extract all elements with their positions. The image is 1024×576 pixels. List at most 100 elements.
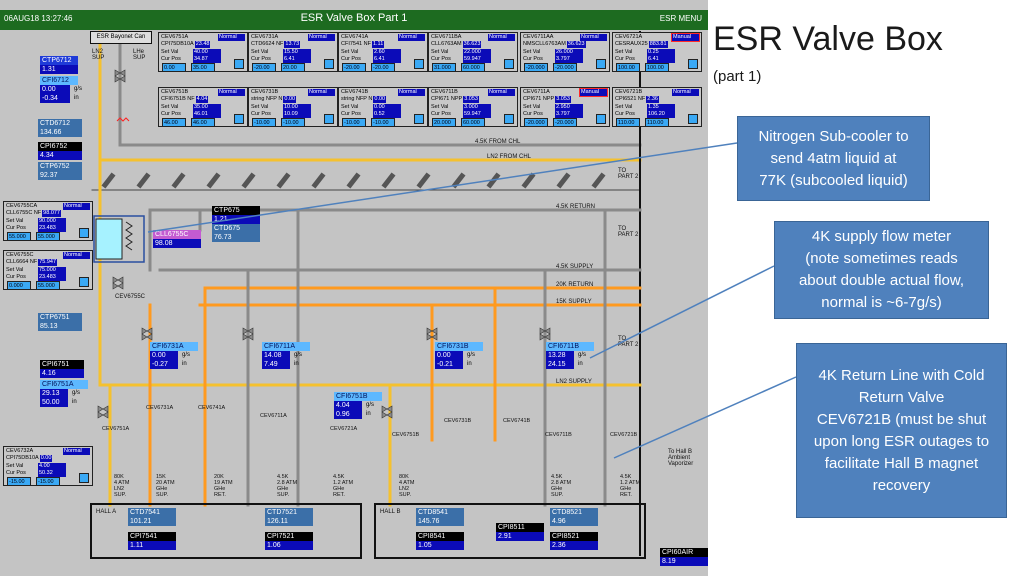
ctd8521-readout: CTD8521 4.96 <box>550 508 598 526</box>
cur-pos-value: 6.41 <box>373 56 401 63</box>
set-val-value: 10.00 <box>283 104 311 111</box>
high-limit-input[interactable]: 60.000 <box>461 63 485 72</box>
valve-sub-row: CFI7541 NF 1.11 <box>341 41 385 48</box>
valve-mode-badge[interactable]: Normal <box>63 203 90 210</box>
low-limit-input[interactable]: -20.000 <box>524 118 548 127</box>
cur-pos-value: 3.797 <box>555 56 583 63</box>
valve-mode-badge[interactable]: Manual <box>579 88 608 97</box>
ctp6712-readout: CTP6712 1.31 <box>40 56 78 74</box>
pipe-service-label: 80K 4 ATM LN2 SUP. <box>399 474 415 498</box>
valve-name: CEV6711AA <box>523 34 554 40</box>
faceplate-button[interactable] <box>688 114 698 124</box>
faceplate-button[interactable] <box>324 59 334 69</box>
cur-pos-value: 34.87 <box>193 56 221 63</box>
low-limit-input[interactable]: 46.00 <box>162 118 186 127</box>
ctp6752-readout: CTP6752 92.37 <box>38 162 82 180</box>
high-limit-input[interactable]: 110.00 <box>645 118 669 127</box>
valve-name: CEV6711BA <box>431 34 462 40</box>
high-limit-input[interactable]: -20.00 <box>371 63 395 72</box>
low-limit-input[interactable]: 55.000 <box>7 232 31 241</box>
low-limit-input[interactable]: 0.000 <box>7 281 31 290</box>
high-limit-input[interactable]: 55.000 <box>36 232 60 241</box>
high-limit-input[interactable]: -20.000 <box>553 118 577 127</box>
faceplate-button[interactable] <box>79 228 89 238</box>
callout-text: 4K Return Line with Cold Return Valve CEV6… <box>814 365 989 497</box>
valve-sub-row: CPI671 NPP 3.053 <box>431 96 479 103</box>
faceplate-button[interactable] <box>234 59 244 69</box>
valve-name: CEV6711B <box>431 89 458 95</box>
high-limit-input[interactable]: 60.000 <box>461 118 485 127</box>
callout-line: recovery <box>872 476 931 494</box>
high-limit-input[interactable]: -10.00 <box>371 118 395 127</box>
low-limit-input[interactable]: 0.00 <box>162 63 186 72</box>
high-limit-input[interactable]: 35.00 <box>191 63 215 72</box>
faceplate-button[interactable] <box>414 59 424 69</box>
cur-pos-label: Cur Pos <box>6 274 26 280</box>
low-limit-input[interactable]: 20.000 <box>432 118 456 127</box>
valve-mode-badge[interactable]: Normal <box>672 89 699 96</box>
valve-mode-badge[interactable]: Normal <box>218 89 245 96</box>
cur-pos-value: 3.797 <box>555 111 583 118</box>
valve-panel: CEV6755C CLL6664 NF 75.947 Normal Set Val 75.… <box>3 250 93 290</box>
low-limit-input[interactable]: -10.00 <box>252 118 276 127</box>
valve-mode-badge[interactable]: Normal <box>63 252 90 259</box>
low-limit-input[interactable]: 100.00 <box>616 63 640 72</box>
callout-4k-return-line: 4K Return Line with Cold Return Valve CEV6… <box>796 343 1007 518</box>
low-limit-input[interactable]: -15.00 <box>7 477 31 486</box>
pipe-service-label: 4.5K 2.8 ATM GHe SUP. <box>551 474 572 498</box>
valve-mode-badge[interactable]: Manual <box>671 33 700 42</box>
set-val-value: 1.35 <box>647 104 675 111</box>
callout-line: CEV6721B (must be shut <box>816 410 987 428</box>
faceplate-button[interactable] <box>324 114 334 124</box>
low-limit-input[interactable]: 110.00 <box>616 118 640 127</box>
faceplate-button[interactable] <box>79 277 89 287</box>
valve-name: CEV6741A <box>341 34 369 40</box>
valve-sub-value: 1.11 <box>371 41 385 48</box>
faceplate-button[interactable] <box>688 59 698 69</box>
high-limit-input[interactable]: -10.00 <box>281 118 305 127</box>
low-limit-input[interactable]: 31.000 <box>432 63 456 72</box>
valve-sub-label: CPI75DB10A <box>161 41 194 47</box>
low-limit-input[interactable]: -20.00 <box>342 63 366 72</box>
flow-unit: g/s <box>182 352 191 358</box>
high-limit-input[interactable]: 100.00 <box>645 63 669 72</box>
valve-mode-badge[interactable]: Normal <box>308 34 335 41</box>
set-val-value: 75.000 <box>38 267 66 274</box>
faceplate-button[interactable] <box>504 114 514 124</box>
ctd7521-readout: CTD7521 126.11 <box>265 508 313 526</box>
high-limit-input[interactable]: 55.000 <box>36 281 60 290</box>
valve-mode-badge[interactable]: Normal <box>488 34 515 41</box>
low-limit-input[interactable]: -20.00 <box>252 63 276 72</box>
in-row: -0.27 in <box>150 360 198 369</box>
valve-tag-label: CEV6731A <box>146 405 174 411</box>
callout-line: 77K (subcooled liquid) <box>759 171 908 189</box>
faceplate-button[interactable] <box>596 114 606 124</box>
high-limit-input[interactable]: -15.00 <box>36 477 60 486</box>
high-limit-input[interactable]: 20.00 <box>281 63 305 72</box>
cll6755c-readout: CLL6755C 98.08 <box>153 230 201 248</box>
high-limit-input[interactable]: -20.000 <box>553 63 577 72</box>
cur-pos-label: Cur Pos <box>431 111 451 117</box>
valve-mode-badge[interactable]: Normal <box>218 34 245 41</box>
callout-text: 4K supply flow meter (note sometimes read… <box>799 226 964 314</box>
valve-sub-row: CPI671 NPP 3.053 <box>523 96 571 103</box>
valve-mode-badge[interactable]: Normal <box>398 89 425 96</box>
faceplate-button[interactable] <box>79 473 89 483</box>
cur-pos-value: 23.483 <box>38 225 66 232</box>
high-limit-input[interactable]: 46.00 <box>191 118 215 127</box>
valve-mode-badge[interactable]: Normal <box>308 89 335 96</box>
valve-mode-badge[interactable]: Normal <box>63 448 90 455</box>
valve-name: CEV6751A <box>161 34 189 40</box>
valve-mode-badge[interactable]: Normal <box>488 89 515 96</box>
faceplate-button[interactable] <box>234 114 244 124</box>
low-limit-input[interactable]: -10.00 <box>342 118 366 127</box>
faceplate-button[interactable] <box>596 59 606 69</box>
faceplate-button[interactable] <box>504 59 514 69</box>
valve-sub-row: CLL6664 NF 75.947 <box>6 259 58 266</box>
valve-panel-title: CEV6755C CLL6664 NF 75.947 <box>6 252 58 266</box>
low-limit-input[interactable]: -20.000 <box>524 63 548 72</box>
faceplate-button[interactable] <box>414 114 424 124</box>
valve-mode-badge[interactable]: Normal <box>398 34 425 41</box>
valve-panel: CEV6721B CPI6521 NF 2.36 Normal Set Val 1.35 C… <box>612 87 702 127</box>
valve-mode-badge[interactable]: Normal <box>580 34 607 41</box>
